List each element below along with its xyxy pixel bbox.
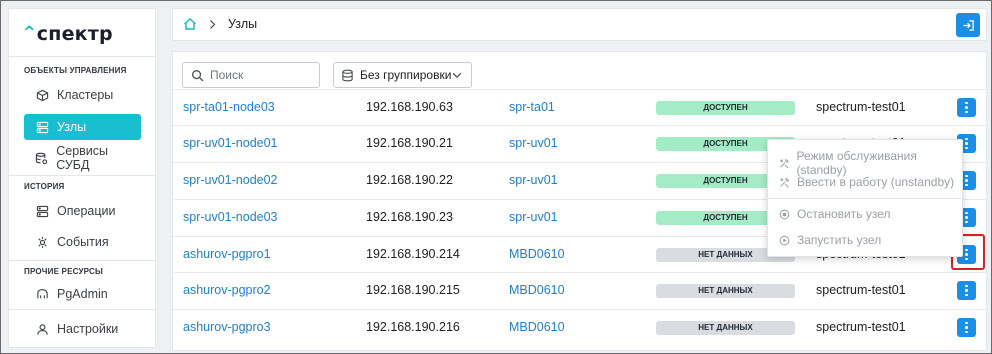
breadcrumb: Узлы (183, 17, 257, 31)
tools-icon (780, 158, 789, 168)
node-actions-menu: Режим обслуживания (standby) Ввести в ра… (767, 139, 963, 257)
database-gear-icon (33, 151, 50, 165)
app-window: ^спектр ОБЪЕКТЫ УПРАВЛЕНИЯ Кластеры Узлы… (0, 0, 992, 354)
logo[interactable]: ^спектр (23, 23, 113, 45)
node-ip: 192.168.190.215 (366, 283, 460, 297)
node-ip: 192.168.190.63 (366, 100, 453, 114)
environment: spectrum-test01 (816, 100, 906, 114)
search-input[interactable]: Поиск (182, 62, 320, 88)
sidebar-item-label: Кластеры (57, 88, 114, 102)
cluster-link[interactable]: spr-uv01 (509, 136, 558, 150)
cluster-link[interactable]: MBD0610 (509, 320, 565, 334)
table-row[interactable]: spr-ta01-node03 192.168.190.63 spr-ta01 … (173, 89, 986, 125)
play-icon (779, 235, 790, 245)
status-badge: НЕТ ДАННЫХ (656, 284, 795, 298)
node-ip: 192.168.190.214 (366, 247, 460, 261)
menu-item-standby[interactable]: Режим обслуживания (standby) (779, 149, 962, 177)
status-badge: НЕТ ДАННЫХ (656, 321, 795, 335)
events-icon (33, 235, 51, 249)
header-bar: Узлы (172, 8, 987, 41)
search-placeholder: Поиск (210, 68, 244, 82)
sidebar: ^спектр ОБЪЕКТЫ УПРАВЛЕНИЯ Кластеры Узлы… (8, 8, 156, 348)
node-name-link[interactable]: spr-uv01-node02 (183, 173, 278, 187)
cluster-link[interactable]: MBD0610 (509, 247, 565, 261)
node-ip: 192.168.190.22 (366, 173, 453, 187)
menu-item-label: Запустить узел (797, 233, 882, 247)
menu-item-start[interactable]: Запустить узел (779, 233, 881, 247)
server-icon (33, 120, 51, 134)
database-icon (342, 69, 353, 81)
breadcrumb-current: Узлы (228, 17, 258, 31)
section-other: ПРОЧИЕ РЕСУРСЫ (24, 267, 103, 276)
cluster-link[interactable]: spr-uv01 (509, 173, 558, 187)
node-ip: 192.168.190.21 (366, 136, 453, 150)
tools-icon (780, 177, 789, 188)
sidebar-item-label: События (57, 235, 109, 249)
grouping-select[interactable]: Без группировки (333, 62, 472, 88)
logo-text: спектр (36, 23, 113, 45)
server-icon (33, 204, 51, 218)
node-name-link[interactable]: spr-uv01-node01 (183, 136, 278, 150)
sidebar-item-nodes[interactable]: Узлы (24, 114, 141, 140)
cluster-link[interactable]: MBD0610 (509, 283, 565, 297)
chevron-right-icon (210, 19, 216, 29)
menu-item-label: Режим обслуживания (standby) (796, 149, 917, 177)
node-name-link[interactable]: ashurov-pgpro2 (183, 283, 271, 297)
sidebar-divider (9, 175, 155, 176)
chevron-down-icon (452, 72, 462, 79)
logout-button[interactable] (956, 13, 980, 37)
menu-item-label: Остановить узел (797, 207, 891, 221)
row-actions-button[interactable] (957, 318, 976, 337)
sidebar-item-label: Узлы (57, 120, 87, 134)
search-icon (192, 69, 204, 81)
logo-caret-icon: ^ (23, 23, 36, 41)
node-name-link[interactable]: ashurov-pgpro1 (183, 247, 271, 261)
sidebar-item-settings[interactable]: Настройки (24, 316, 141, 342)
sidebar-divider (9, 56, 155, 57)
node-name-link[interactable]: spr-ta01-node03 (183, 100, 275, 114)
sidebar-item-label: Настройки (57, 322, 119, 336)
sidebar-item-pgadmin[interactable]: PgAdmin (24, 281, 141, 307)
table-row[interactable]: ashurov-pgpro2 192.168.190.215 MBD0610 Н… (173, 272, 986, 308)
menu-item-stop[interactable]: Остановить узел (779, 207, 890, 221)
sidebar-item-dbms[interactable]: Сервисы СУБД (24, 144, 141, 172)
sidebar-item-operations[interactable]: Операции (24, 198, 141, 224)
clusters-icon (33, 88, 51, 102)
sidebar-item-label: PgAdmin (57, 287, 108, 301)
node-ip: 192.168.190.23 (366, 210, 453, 224)
cluster-link[interactable]: spr-uv01 (509, 210, 558, 224)
menu-item-label: Ввести в работу (unstandby) (797, 175, 955, 189)
elephant-icon (33, 287, 51, 301)
login-icon (962, 19, 974, 31)
node-name-link[interactable]: ashurov-pgpro3 (183, 320, 271, 334)
environment: spectrum-test01 (816, 320, 906, 334)
sidebar-item-label: Сервисы СУБД (56, 144, 109, 172)
environment: spectrum-test01 (816, 283, 906, 297)
table-row[interactable]: ashurov-pgpro3 192.168.190.216 MBD0610 Н… (173, 309, 986, 345)
grouping-value: Без группировки (360, 68, 452, 82)
menu-divider (768, 198, 962, 199)
section-management: ОБЪЕКТЫ УПРАВЛЕНИЯ (24, 66, 127, 75)
sidebar-item-label: Операции (57, 204, 116, 218)
row-actions-button[interactable] (957, 281, 976, 300)
menu-item-unstandby[interactable]: Ввести в работу (unstandby) (779, 175, 954, 189)
node-ip: 192.168.190.216 (366, 320, 460, 334)
row-actions-button[interactable] (957, 98, 976, 117)
home-icon[interactable] (183, 17, 197, 31)
sidebar-divider (9, 309, 155, 310)
section-history: ИСТОРИЯ (24, 182, 65, 191)
status-badge: ДОСТУПЕН (656, 101, 795, 115)
sidebar-divider (9, 260, 155, 261)
node-name-link[interactable]: spr-uv01-node03 (183, 210, 278, 224)
cluster-link[interactable]: spr-ta01 (509, 100, 555, 114)
user-icon (33, 322, 51, 336)
stop-icon (779, 209, 790, 219)
sidebar-item-clusters[interactable]: Кластеры (24, 82, 141, 108)
sidebar-item-events[interactable]: События (24, 229, 141, 255)
